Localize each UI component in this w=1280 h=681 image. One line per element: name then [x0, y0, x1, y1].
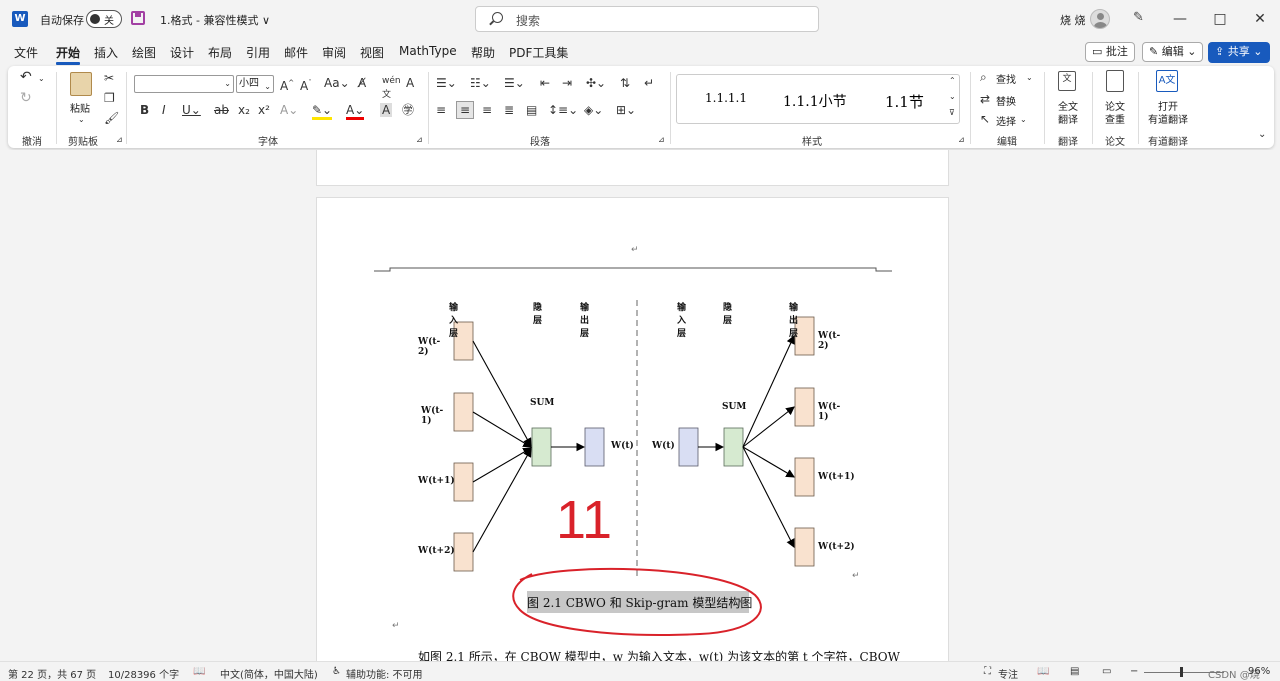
accessibility-status[interactable]: 辅助功能: 不可用 — [346, 666, 423, 681]
language-indicator[interactable]: 中文(简体，中国大陆) — [220, 666, 318, 681]
word-count[interactable]: 10/28396 个字 — [108, 666, 179, 681]
skipgram-output-box — [794, 387, 815, 427]
skipgram-output-box — [794, 527, 815, 567]
paragraph-mark: ↵ — [739, 597, 747, 607]
cbow-output-box — [584, 427, 605, 467]
skipgram-arrow — [742, 406, 795, 448]
handwritten-annotation: 11 — [556, 490, 612, 550]
cbow-input-word: W(t-1) — [421, 406, 444, 426]
skipgram-hidden-layer-label: 隐层 — [723, 303, 733, 326]
cbow-arrow — [472, 340, 532, 447]
cbow-input-box — [453, 462, 474, 502]
cbow-input-word: W(t+2) — [418, 546, 455, 556]
web-layout-icon[interactable]: ▭ — [1102, 666, 1111, 677]
accessibility-icon: ♿ — [332, 666, 341, 677]
paragraph-mark: ↵ — [852, 571, 860, 581]
focus-icon: ⛶ — [984, 666, 991, 677]
skipgram-output-layer-label: 输出层 — [789, 303, 799, 339]
skipgram-sum-label: SUM — [722, 402, 747, 412]
cbow-output-layer-label: 输出层 — [580, 303, 590, 339]
skipgram-arrow — [742, 335, 795, 448]
cbow-hidden-box — [531, 427, 552, 467]
cbow-input-layer-label: 输入层 — [449, 303, 459, 339]
skipgram-output-box — [794, 457, 815, 497]
cbow-output-word: W(t) — [611, 441, 634, 451]
skipgram-output-word: W(t-1) — [818, 402, 841, 422]
skipgram-output-word: W(t+1) — [818, 472, 855, 482]
model-diagram: 11 — [374, 267, 892, 580]
focus-mode-button[interactable]: 专注 — [998, 666, 1018, 681]
skipgram-hidden-box — [723, 427, 744, 467]
cbow-input-word: W(t+1) — [418, 476, 455, 486]
cbow-hidden-layer-label: 隐层 — [533, 303, 543, 326]
zoom-out-icon[interactable]: − — [1130, 666, 1138, 677]
skipgram-input-box — [678, 427, 699, 467]
skipgram-input-layer-label: 输入层 — [677, 303, 687, 339]
cbow-sum-label: SUM — [530, 398, 555, 408]
print-layout-icon[interactable]: ▤ — [1070, 666, 1079, 677]
header-rule — [374, 267, 892, 272]
figure-caption[interactable]: 图 2.1 CBWO 和 Skip-gram 模型结构图 — [527, 594, 752, 611]
skipgram-output-word: W(t+2) — [818, 542, 855, 552]
skipgram-output-word: W(t-2) — [818, 331, 841, 351]
cbow-input-word: W(t-2) — [418, 337, 441, 357]
cbow-input-box — [453, 392, 474, 432]
read-mode-icon[interactable]: 📖 — [1037, 666, 1049, 677]
status-bar: 第 22 页，共 67 页 10/28396 个字 📖 中文(简体，中国大陆) … — [0, 661, 1280, 681]
paragraph-mark: ↵ — [392, 621, 400, 631]
cbow-input-box — [453, 532, 474, 572]
proofing-icon[interactable]: 📖 — [193, 666, 205, 677]
zoom-slider-thumb[interactable] — [1180, 667, 1183, 677]
skipgram-input-word: W(t) — [652, 441, 675, 451]
zoom-level[interactable]: 96% — [1248, 666, 1270, 677]
page-count[interactable]: 第 22 页，共 67 页 — [8, 666, 96, 681]
